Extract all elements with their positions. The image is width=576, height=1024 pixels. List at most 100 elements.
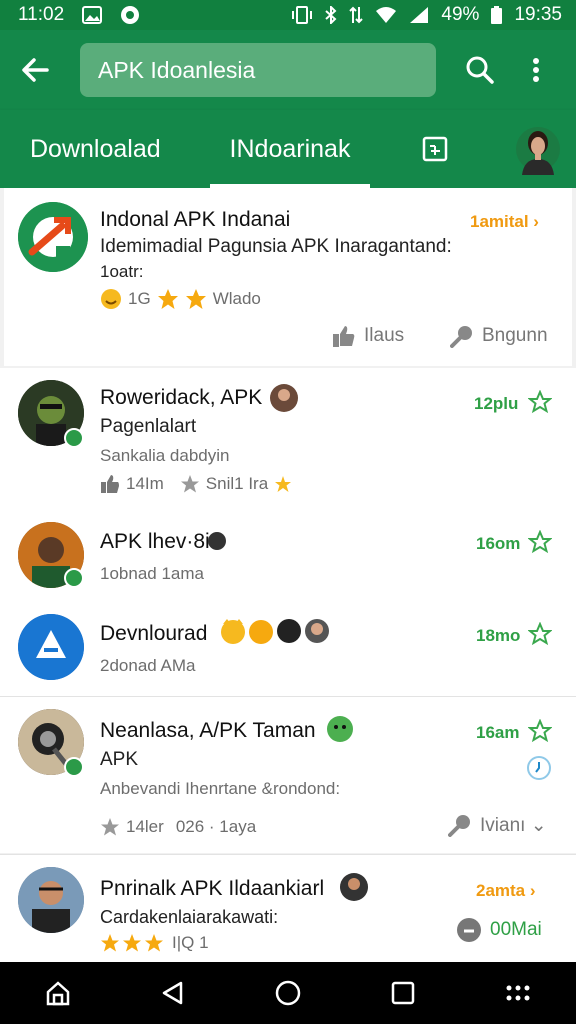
- app-list: Indonal APK Indanai Idemimadial Pagunsia…: [0, 188, 576, 962]
- tab-download[interactable]: Downloalad: [0, 110, 210, 188]
- back-button[interactable]: [0, 30, 70, 110]
- item-stat-1: 14ler: [126, 817, 164, 836]
- star-icon: [123, 934, 141, 952]
- item-avatar: [18, 867, 84, 933]
- system-nav-bar: [0, 962, 576, 1024]
- item-action-button[interactable]: 00Mai: [456, 917, 542, 943]
- arrow-left-icon: [22, 58, 49, 82]
- verified-badge-icon: [64, 568, 84, 588]
- item-stat: I|Q 1: [172, 933, 209, 952]
- item-action-label: Ivianı ⌄: [480, 814, 547, 836]
- item-title: APK lhev·8i: [100, 530, 210, 553]
- search-input-text: APK Idoanlesia: [98, 56, 256, 83]
- profile-avatar: [516, 127, 560, 175]
- home-app-button[interactable]: [28, 962, 88, 1024]
- search-button[interactable]: [452, 30, 508, 110]
- cat-emoji-icon: [249, 620, 273, 644]
- vibrate-icon: [291, 6, 313, 24]
- emoji-icon: [101, 289, 121, 309]
- item-right-link[interactable]: 2amta ›: [476, 881, 536, 901]
- item-rating: I|Q 1: [100, 933, 209, 953]
- featured-card[interactable]: Indonal APK Indanai Idemimadial Pagunsia…: [4, 188, 572, 366]
- verified-badge-icon: [64, 757, 84, 777]
- profile-avatar-tab[interactable]: [500, 110, 576, 188]
- square-recents-icon: [391, 981, 415, 1005]
- item-stats: 14ler 026 · 1aya: [100, 817, 256, 837]
- app-bar: APK Idoanlesia: [0, 30, 576, 110]
- nav-home-button[interactable]: [258, 962, 318, 1024]
- grid-dots-icon: [506, 985, 530, 1001]
- star-outline-icon[interactable]: [528, 530, 552, 554]
- signal-icon: [409, 6, 429, 24]
- key-icon: [450, 326, 472, 348]
- list-item[interactable]: Roweridack, APK Pagenlalart Sankalia dab…: [0, 368, 576, 510]
- verified-badge-icon: [64, 428, 84, 448]
- item-subtitle: 2donad AMa: [100, 656, 196, 675]
- star-icon: [101, 934, 119, 952]
- data-arrows-icon: [349, 6, 364, 24]
- list-item[interactable]: APK lhev·8i 1obnad 1ama 16om: [0, 510, 576, 600]
- featured-rating-label: Wlado: [212, 289, 261, 308]
- emoji-icon: [208, 532, 226, 550]
- item-stat-2: 026 · 1aya: [175, 817, 257, 836]
- featured-rating: 1G Wlado: [100, 288, 261, 310]
- tab-active-label: INdoarinak: [229, 134, 351, 163]
- featured-app-logo: [18, 202, 88, 272]
- item-stat-2: Snil1 Ira: [205, 474, 269, 493]
- star-outline-icon[interactable]: [528, 719, 552, 743]
- star-icon: [185, 289, 206, 309]
- thumbs-up-icon: [101, 475, 119, 493]
- featured-extra: 1oatr:: [100, 262, 144, 281]
- overflow-menu-button[interactable]: [508, 30, 564, 110]
- tab-active[interactable]: INdoarinak: [210, 110, 370, 188]
- star-outline-icon[interactable]: [528, 622, 552, 646]
- featured-description: Idemimadial Pagunsia APK Inaragantand:: [100, 236, 452, 257]
- cat-emoji-icon: [221, 619, 245, 644]
- nav-recents-button[interactable]: [373, 962, 433, 1024]
- status-clock: 19:35: [514, 4, 562, 25]
- item-right-value: 16om: [476, 534, 521, 553]
- item-subtitle: Anbevandi Ihenrtane &rondond:: [100, 779, 341, 798]
- item-subtitle: Sankalia dabdyin: [100, 446, 230, 465]
- tab-bar: Downloalad INdoarinak: [0, 110, 576, 188]
- calendar-icon: [422, 136, 448, 162]
- item-right-value: 18mo: [476, 626, 521, 645]
- star-outline-icon[interactable]: [528, 390, 552, 414]
- list-item[interactable]: Devnlourad 2donad AMa 18mo: [0, 600, 576, 696]
- featured-right-link[interactable]: 1amital ›: [470, 212, 539, 232]
- dark-emoji-icon: [277, 619, 301, 643]
- list-item[interactable]: Neanlasa, A/PK Taman APK Anbevandi Ihenr…: [0, 697, 576, 853]
- nav-back-button[interactable]: [143, 962, 203, 1024]
- star-half-icon: [157, 289, 178, 309]
- featured-action-button[interactable]: Bngunn: [450, 324, 548, 348]
- tab-calendar[interactable]: [370, 110, 500, 188]
- house-icon: [46, 981, 69, 1006]
- app-logo-icon: [18, 202, 88, 272]
- search-input[interactable]: APK Idoanlesia: [80, 43, 436, 97]
- like-button[interactable]: Ilaus: [332, 324, 404, 348]
- thumbs-up-icon: [333, 326, 355, 347]
- item-action-button[interactable]: Ivianı ⌄: [448, 813, 547, 837]
- item-title-line2: Pagenlalart: [100, 416, 197, 437]
- nav-apps-button[interactable]: [488, 962, 548, 1024]
- item-avatar: [18, 614, 84, 680]
- item-stats: 14Im Snil1 Ira: [100, 474, 292, 494]
- green-emoji-icon: [327, 716, 353, 742]
- battery-icon: [491, 6, 503, 24]
- item-title-line2: APK: [100, 749, 139, 770]
- timer-icon[interactable]: [526, 755, 552, 781]
- image-notification-icon: [82, 6, 103, 24]
- star-outline-icon: [180, 475, 199, 493]
- item-stat-1: 14Im: [126, 474, 164, 493]
- battery-percent: 49%: [441, 4, 480, 25]
- item-action-label: 00Mai: [490, 919, 542, 940]
- status-bar: 11:02 49% 19:35: [0, 0, 576, 30]
- item-title: Devnlourad: [100, 622, 208, 645]
- list-item[interactable]: Pnrinalk APK Ildaankiarl Cardakenlaiarak…: [0, 855, 576, 962]
- star-icon: [145, 934, 163, 952]
- featured-action-label: Bngunn: [482, 325, 548, 346]
- triangle-back-icon: [162, 981, 183, 1005]
- star-outline-icon: [101, 818, 119, 836]
- item-right-value: 12plu: [474, 394, 519, 413]
- featured-rating-text: 1G: [128, 289, 151, 308]
